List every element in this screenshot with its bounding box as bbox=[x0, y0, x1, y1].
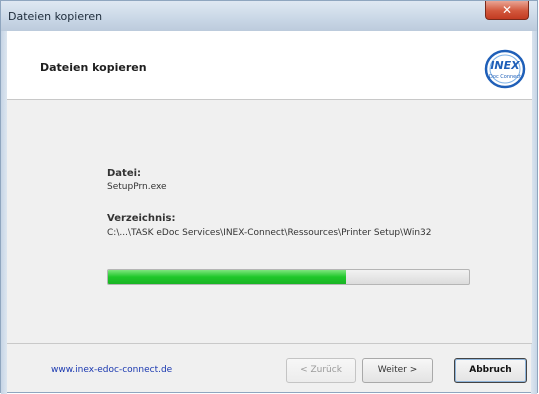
copy-progress-bar bbox=[107, 269, 470, 285]
directory-value: C:\...\TASK eDoc Services\INEX-Connect\R… bbox=[107, 228, 432, 238]
back-button[interactable]: < Zurück bbox=[286, 358, 356, 383]
header-title: Dateien kopieren bbox=[40, 61, 147, 74]
progress-fill bbox=[108, 270, 347, 284]
dialog-window: Dateien kopieren ✕ Dateien kopieren INEX… bbox=[0, 0, 538, 394]
dialog-header: Dateien kopieren INEX Doc Connect bbox=[7, 31, 532, 100]
file-value: SetupPrn.exe bbox=[107, 182, 167, 192]
dialog-content bbox=[7, 100, 532, 343]
logo-text-top: INEX bbox=[490, 59, 520, 72]
window-title: Dateien kopieren bbox=[8, 10, 103, 23]
file-label: Datei: bbox=[107, 168, 142, 179]
close-button[interactable]: ✕ bbox=[485, 1, 529, 20]
cancel-button[interactable]: Abbruch bbox=[454, 358, 527, 383]
title-bar[interactable]: Dateien kopieren ✕ bbox=[1, 1, 537, 31]
directory-label: Verzeichnis: bbox=[107, 213, 176, 224]
logo-text-bottom: Doc Connect bbox=[489, 74, 521, 80]
inex-logo-icon: INEX Doc Connect bbox=[484, 49, 526, 89]
next-button[interactable]: Weiter > bbox=[362, 358, 433, 383]
website-link[interactable]: www.inex-edoc-connect.de bbox=[51, 365, 172, 375]
footer-separator bbox=[7, 343, 532, 344]
